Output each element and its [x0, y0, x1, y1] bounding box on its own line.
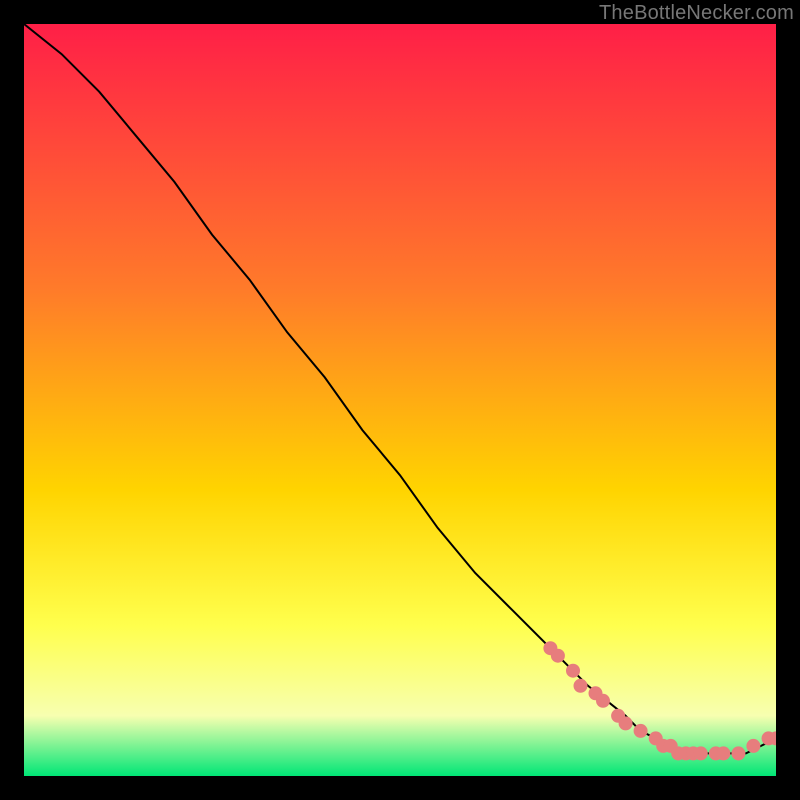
- data-marker: [574, 679, 588, 693]
- data-marker: [731, 746, 745, 760]
- data-marker: [634, 724, 648, 738]
- plot-area: [24, 24, 776, 776]
- data-marker: [566, 664, 580, 678]
- chart-svg: [24, 24, 776, 776]
- data-marker: [551, 649, 565, 663]
- data-marker: [746, 739, 760, 753]
- data-marker: [619, 716, 633, 730]
- data-marker: [596, 694, 610, 708]
- watermark-text: TheBottleNecker.com: [599, 2, 794, 25]
- chart-frame: TheBottleNecker.com: [0, 0, 800, 800]
- data-marker: [716, 746, 730, 760]
- data-marker: [694, 746, 708, 760]
